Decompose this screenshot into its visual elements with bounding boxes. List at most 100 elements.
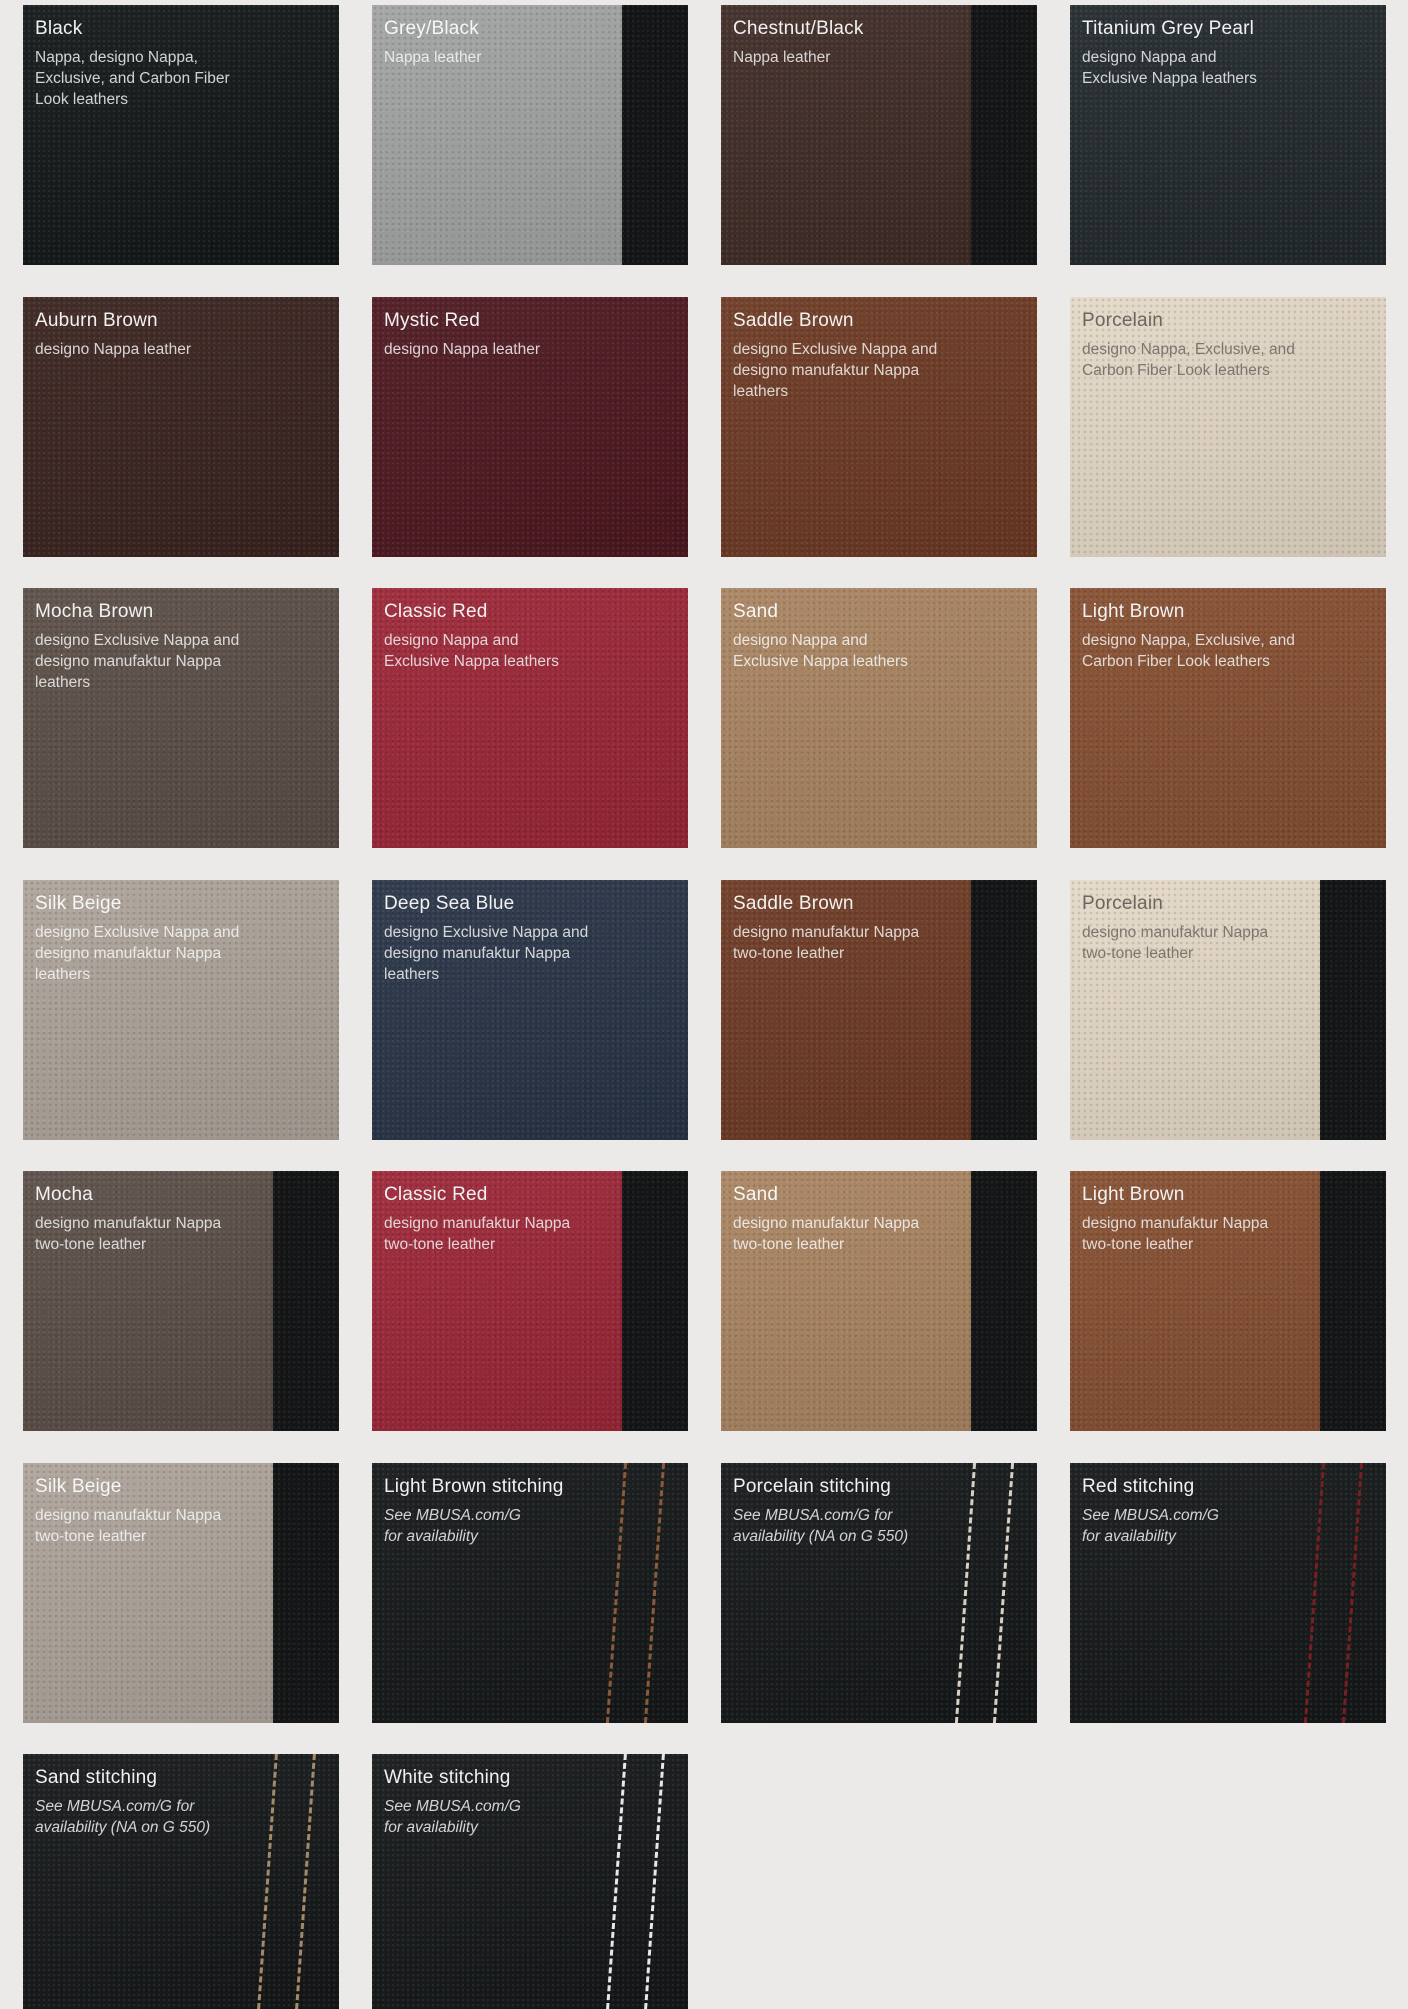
swatch-description: designo Exclusive Nappa and designo manu… [35,924,240,983]
swatch-description: designo Nappa leather [35,341,191,358]
swatch-text: Chestnut/Black Nappa leather [733,17,1023,68]
swatch-description: designo Nappa leather [384,341,540,358]
swatch-description: designo Nappa, Exclusive, and Carbon Fib… [1082,632,1295,670]
swatch-description: designo manufaktur Nappa two-tone leathe… [1082,1215,1269,1253]
color-swatch: Red stitching See MBUSA.com/G for availab… [1070,1463,1386,1723]
swatch-title: Porcelain stitching [733,1476,891,1497]
swatch-title: Mocha Brown [35,601,154,622]
swatch-text: Sand designo manufaktur Nappa two-tone le… [733,1183,1023,1255]
swatch-title: Saddle Brown [733,893,854,914]
swatch-text: Deep Sea Blue designo Exclusive Nappa and… [384,892,674,985]
swatch-text: White stitching See MBUSA.com/G for avail… [384,1766,674,1838]
color-swatch: Porcelain designo manufaktur Nappa two-to… [1070,880,1386,1140]
swatch-title: Classic Red [384,1184,488,1205]
swatch-title: Mystic Red [384,310,480,331]
swatch-description: See MBUSA.com/G for availability (NA on … [35,1798,211,1836]
swatch-title: Black [35,18,83,39]
swatch-description: designo manufaktur Nappa two-tone leathe… [733,1215,920,1253]
swatch-description: See MBUSA.com/G for availability [1082,1507,1219,1545]
swatch-description: designo manufaktur Nappa two-tone leathe… [35,1215,222,1253]
swatch-title: Silk Beige [35,1476,122,1497]
color-swatch: Silk Beige designo Exclusive Nappa and de… [23,880,339,1140]
swatch-text: Porcelain designo Nappa, Exclusive, and C… [1082,309,1372,381]
color-swatch: Chestnut/Black Nappa leather [721,5,1037,265]
swatch-text: Porcelain stitching See MBUSA.com/G for a… [733,1475,1023,1547]
swatch-text: Light Brown stitching See MBUSA.com/G for… [384,1475,674,1547]
swatch-text: Mocha designo manufaktur Nappa two-tone l… [35,1183,325,1255]
swatch-description: designo manufaktur Nappa two-tone leathe… [1082,924,1269,962]
color-swatch: Porcelain designo Nappa, Exclusive, and C… [1070,297,1386,557]
swatch-description: designo Exclusive Nappa and designo manu… [35,632,240,691]
swatch-title: Sand [733,1184,779,1205]
swatch-text: Titanium Grey Pearl designo Nappa and Exc… [1082,17,1372,89]
swatch-title: Silk Beige [35,893,122,914]
swatch-description: designo Exclusive Nappa and designo manu… [733,341,938,400]
swatch-text: Silk Beige designo manufaktur Nappa two-t… [35,1475,325,1547]
swatch-title: Deep Sea Blue [384,893,515,914]
swatch-description: designo Nappa and Exclusive Nappa leathe… [384,632,559,670]
swatch-text: Light Brown designo manufaktur Nappa two-… [1082,1183,1372,1255]
swatch-text: Mocha Brown designo Exclusive Nappa and d… [35,600,325,693]
color-swatch: Grey/Black Nappa leather [372,5,688,265]
swatch-title: Light Brown [1082,601,1185,622]
swatch-text: Auburn Brown designo Nappa leather [35,309,325,360]
swatch-title: Red stitching [1082,1476,1195,1497]
swatch-title: Auburn Brown [35,310,158,331]
color-swatch: Classic Red designo manufaktur Nappa two-… [372,1171,688,1431]
swatch-description: designo Exclusive Nappa and designo manu… [384,924,589,983]
swatch-title: Light Brown stitching [384,1476,564,1497]
swatch-description: designo manufaktur Nappa two-tone leathe… [35,1507,222,1545]
swatch-title: Titanium Grey Pearl [1082,18,1255,39]
swatch-text: Grey/Black Nappa leather [384,17,674,68]
swatch-title: Classic Red [384,601,488,622]
swatch-text: Black Nappa, designo Nappa, Exclusive, an… [35,17,325,110]
swatch-text: Classic Red designo Nappa and Exclusive N… [384,600,674,672]
swatch-text: Sand stitching See MBUSA.com/G for availa… [35,1766,325,1838]
color-swatch: Mocha Brown designo Exclusive Nappa and d… [23,588,339,848]
color-swatch: Black Nappa, designo Nappa, Exclusive, an… [23,5,339,265]
color-swatch: White stitching See MBUSA.com/G for avail… [372,1754,688,2009]
color-swatch: Auburn Brown designo Nappa leather [23,297,339,557]
color-swatch: Porcelain stitching See MBUSA.com/G for a… [721,1463,1037,1723]
swatch-title: Sand [733,601,779,622]
swatch-description: Nappa, designo Nappa, Exclusive, and Car… [35,49,230,108]
swatch-title: Chestnut/Black [733,18,864,39]
color-swatch: Sand designo Nappa and Exclusive Nappa le… [721,588,1037,848]
swatch-text: Sand designo Nappa and Exclusive Nappa le… [733,600,1023,672]
color-swatch: Mystic Red designo Nappa leather [372,297,688,557]
swatch-text: Classic Red designo manufaktur Nappa two-… [384,1183,674,1255]
color-swatch: Titanium Grey Pearl designo Nappa and Exc… [1070,5,1386,265]
swatch-text: Mystic Red designo Nappa leather [384,309,674,360]
swatch-title: Porcelain [1082,893,1164,914]
swatch-text: Light Brown designo Nappa, Exclusive, and… [1082,600,1372,672]
swatch-title: Sand stitching [35,1767,158,1788]
color-swatch: Mocha designo manufaktur Nappa two-tone l… [23,1171,339,1431]
color-swatch: Saddle Brown designo manufaktur Nappa two… [721,880,1037,1140]
swatch-description: designo Nappa and Exclusive Nappa leathe… [1082,49,1257,87]
swatch-description: designo manufaktur Nappa two-tone leathe… [384,1215,571,1253]
swatch-title: Grey/Black [384,18,479,39]
color-swatch: Deep Sea Blue designo Exclusive Nappa and… [372,880,688,1140]
color-swatch: Light Brown designo manufaktur Nappa two-… [1070,1171,1386,1431]
swatch-description: designo Nappa, Exclusive, and Carbon Fib… [1082,341,1295,379]
swatch-title: Porcelain [1082,310,1164,331]
swatch-description: designo Nappa and Exclusive Nappa leathe… [733,632,908,670]
color-swatch: Silk Beige designo manufaktur Nappa two-t… [23,1463,339,1723]
color-swatch: Classic Red designo Nappa and Exclusive N… [372,588,688,848]
swatch-description: Nappa leather [733,49,831,66]
color-swatch: Saddle Brown designo Exclusive Nappa and … [721,297,1037,557]
swatch-title: Light Brown [1082,1184,1185,1205]
swatch-text: Porcelain designo manufaktur Nappa two-to… [1082,892,1372,964]
swatch-text: Saddle Brown designo manufaktur Nappa two… [733,892,1023,964]
color-swatch: Sand stitching See MBUSA.com/G for availa… [23,1754,339,2009]
swatch-description: See MBUSA.com/G for availability [384,1507,521,1545]
color-swatch: Light Brown stitching See MBUSA.com/G for… [372,1463,688,1723]
color-swatch: Sand designo manufaktur Nappa two-tone le… [721,1171,1037,1431]
swatch-title: Saddle Brown [733,310,854,331]
swatch-text: Silk Beige designo Exclusive Nappa and de… [35,892,325,985]
swatch-description: See MBUSA.com/G for availability (NA on … [733,1507,909,1545]
swatch-description: designo manufaktur Nappa two-tone leathe… [733,924,920,962]
swatch-description: See MBUSA.com/G for availability [384,1798,521,1836]
color-swatch: Light Brown designo Nappa, Exclusive, and… [1070,588,1386,848]
swatch-title: Mocha [35,1184,94,1205]
